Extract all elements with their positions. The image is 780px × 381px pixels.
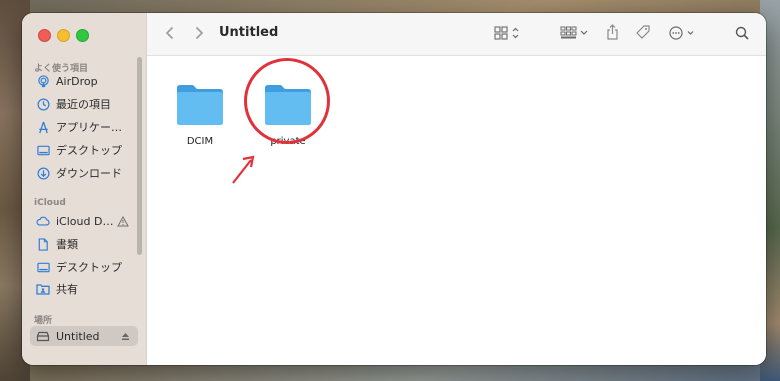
sidebar-item-label: 共有 <box>56 283 78 296</box>
finder-window: よく使う項目 AirDrop 最近の項目 アプリケー… デスクトップ ダウンロー… <box>22 13 766 365</box>
sidebar-item-label: 書類 <box>56 238 78 251</box>
forward-button[interactable] <box>191 25 207 43</box>
more-actions-button[interactable] <box>669 25 699 43</box>
sidebar-item-label: AirDrop <box>56 74 98 88</box>
sidebar-item-downloads[interactable]: ダウンロード <box>30 163 138 183</box>
tag-button[interactable] <box>633 25 653 43</box>
window-title: Untitled <box>219 25 279 40</box>
group-button[interactable] <box>559 25 591 43</box>
sidebar-item-icloud-desktop[interactable]: デスクトップ <box>30 257 138 277</box>
sidebar-scrollbar[interactable] <box>137 57 142 255</box>
clock-icon <box>36 97 50 111</box>
download-icon <box>36 166 50 180</box>
toolbar: Untitled <box>147 13 766 56</box>
tag-icon <box>635 24 651 44</box>
sidebar-item-label: Untitled <box>56 329 100 343</box>
annotation-arrow <box>229 152 265 192</box>
ellipsis-circle-icon <box>669 25 699 44</box>
file-area: DCIM private <box>147 56 766 365</box>
drive-icon <box>36 329 50 343</box>
applications-icon <box>36 120 50 134</box>
sidebar-item-desktop[interactable]: デスクトップ <box>30 140 138 160</box>
document-icon <box>36 237 50 251</box>
highlight-circle <box>244 58 330 144</box>
sidebar-item-icloud-drive[interactable]: iCloud D… <box>30 211 138 231</box>
sidebar-item-label: ダウンロード <box>56 167 122 180</box>
share-icon <box>606 24 619 44</box>
sidebar-item-documents[interactable]: 書類 <box>30 234 138 254</box>
sidebar-item-airdrop[interactable]: AirDrop <box>30 71 138 91</box>
desktop-icon <box>36 143 50 157</box>
sidebar-item-recents[interactable]: 最近の項目 <box>30 94 138 114</box>
sidebar-item-label: iCloud D… <box>56 214 114 228</box>
sidebar-section-icloud: iCloud <box>34 198 66 208</box>
chevron-right-icon <box>195 25 204 44</box>
folder-item-dcim[interactable]: DCIM <box>165 82 235 147</box>
traffic-lights <box>38 29 89 42</box>
close-button[interactable] <box>38 29 51 42</box>
sidebar-item-label: アプリケー… <box>56 121 122 134</box>
sidebar-item-label: 最近の項目 <box>56 98 111 111</box>
sidebar-section-locations: 場所 <box>34 316 53 326</box>
search-icon <box>735 25 749 44</box>
desktop-icon <box>36 260 50 274</box>
icon-grid-icon <box>494 25 522 44</box>
zoom-button[interactable] <box>76 29 89 42</box>
airdrop-icon <box>36 74 50 88</box>
search-button[interactable] <box>733 25 751 43</box>
sidebar-item-shared[interactable]: 共有 <box>30 279 138 299</box>
folder-icon <box>175 85 225 130</box>
warning-icon <box>117 215 130 227</box>
share-button[interactable] <box>603 24 621 44</box>
folder-name: DCIM <box>186 136 214 147</box>
sidebar-item-applications[interactable]: アプリケー… <box>30 117 138 137</box>
eject-icon[interactable] <box>121 332 130 341</box>
sidebar-item-label: デスクトップ <box>56 261 122 274</box>
sidebar-item-untitled-drive[interactable]: Untitled <box>30 326 138 346</box>
sidebar: よく使う項目 AirDrop 最近の項目 アプリケー… デスクトップ ダウンロー… <box>22 13 147 365</box>
chevron-left-icon <box>165 25 174 44</box>
icloud-icon <box>36 214 50 228</box>
view-mode-button[interactable] <box>493 25 523 43</box>
back-button[interactable] <box>161 25 177 43</box>
sidebar-item-label: デスクトップ <box>56 144 122 157</box>
shared-folder-icon <box>36 282 50 296</box>
group-grid-icon <box>560 25 590 44</box>
minimize-button[interactable] <box>57 29 70 42</box>
